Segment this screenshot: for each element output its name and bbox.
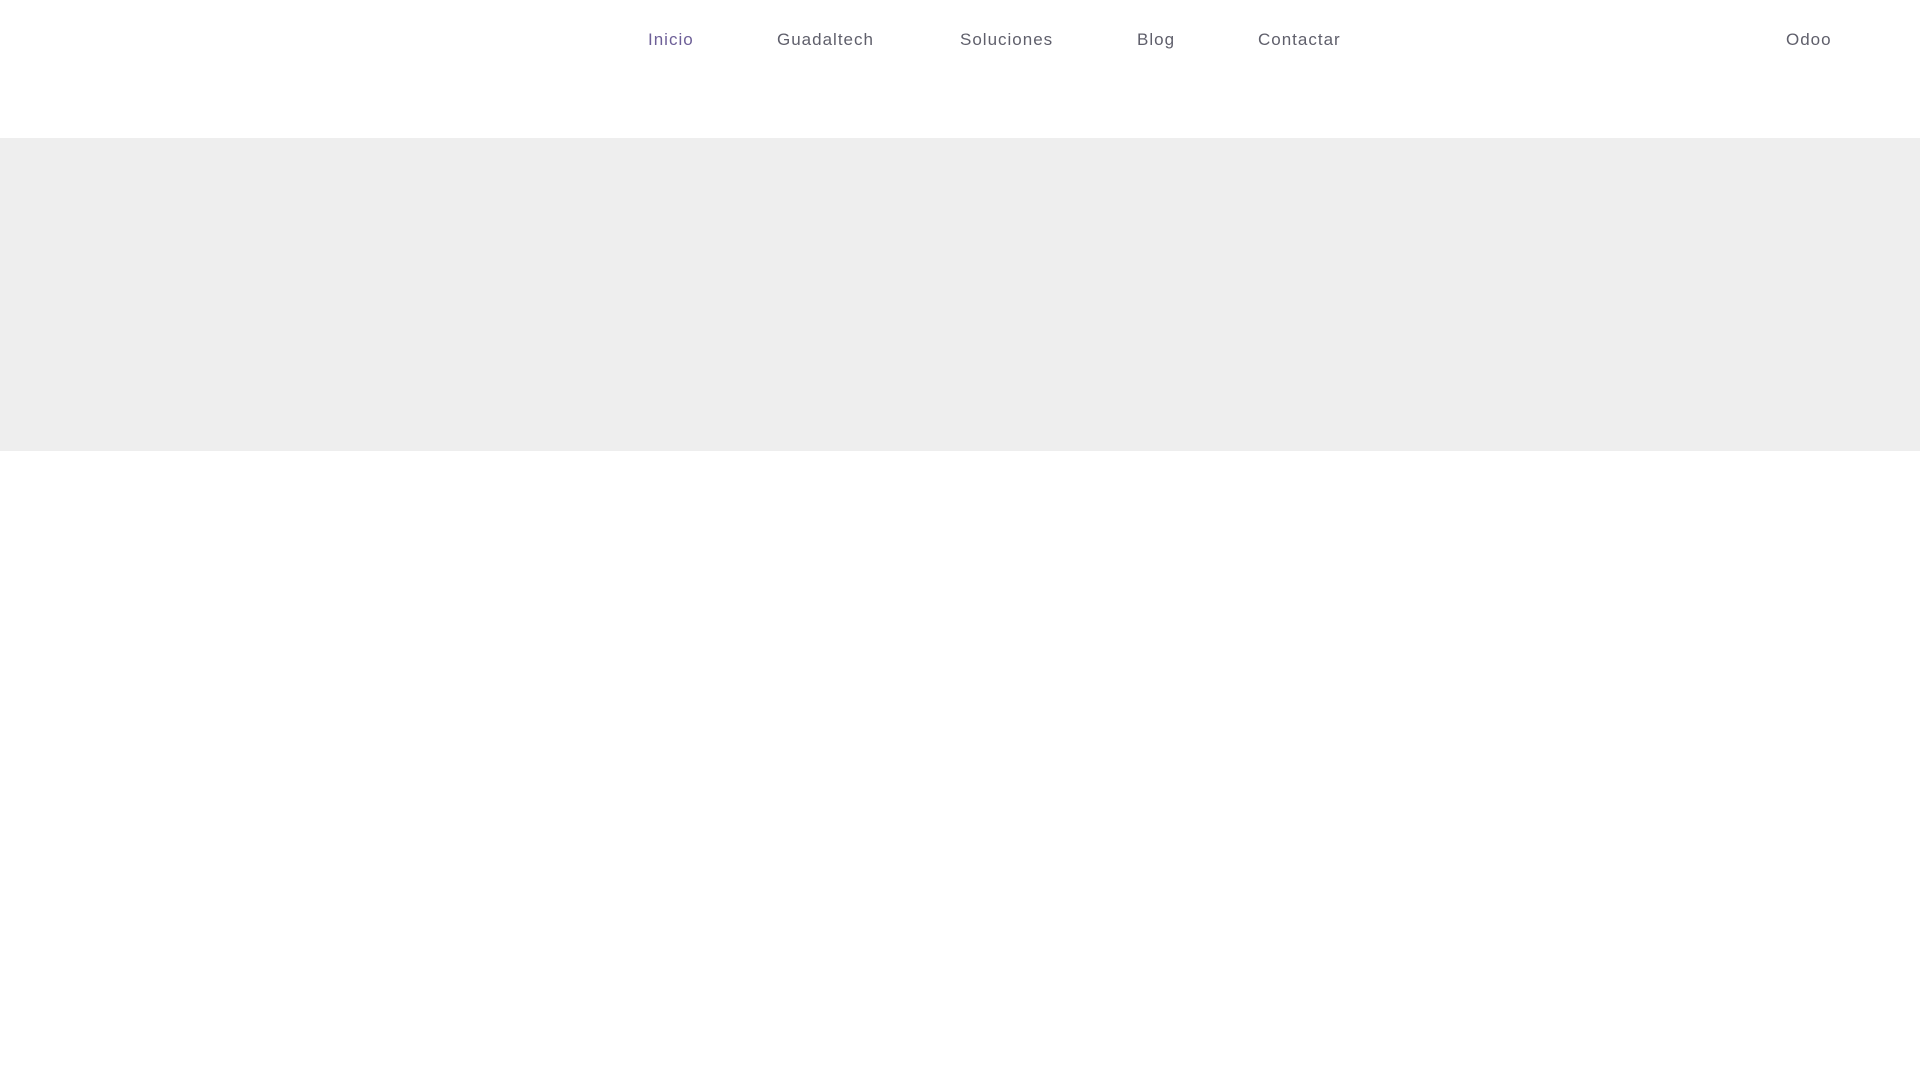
main-nav: Inicio Guadaltech Soluciones Blog Contac… (0, 0, 1920, 80)
nav-link-inicio[interactable]: Inicio (648, 30, 694, 50)
nav-link-odoo[interactable]: Odoo (1786, 30, 1832, 50)
site-header: Inicio Guadaltech Soluciones Blog Contac… (0, 0, 1920, 138)
nav-link-blog[interactable]: Blog (1137, 30, 1175, 50)
hero-banner-placeholder (0, 138, 1920, 451)
nav-link-soluciones[interactable]: Soluciones (960, 30, 1053, 50)
nav-link-guadaltech[interactable]: Guadaltech (777, 30, 874, 50)
nav-link-contactar[interactable]: Contactar (1258, 30, 1341, 50)
main-content (0, 451, 1920, 1080)
